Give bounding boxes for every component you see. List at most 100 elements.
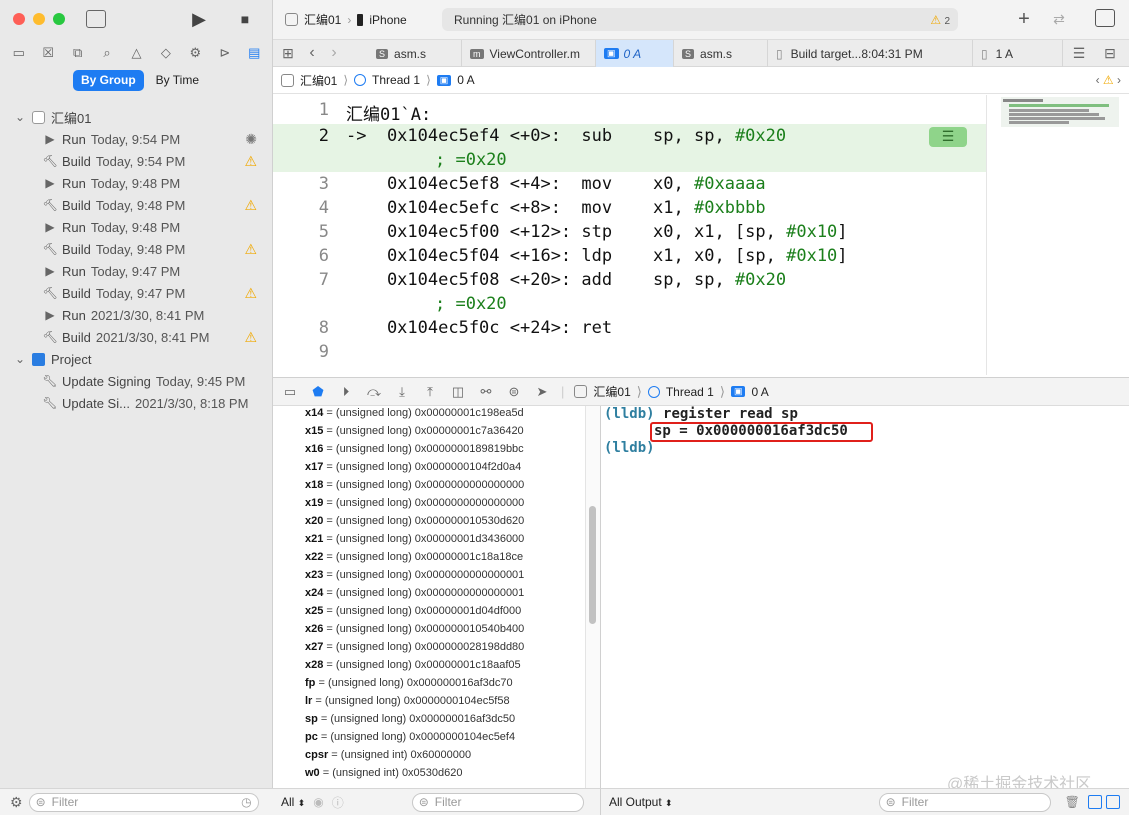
report-icon[interactable]: ▤ xyxy=(244,43,264,63)
variable-row[interactable]: x26 = (unsigned long) 0x000000010540b400 xyxy=(305,623,524,635)
run-icon[interactable]: ▶ xyxy=(188,8,210,30)
debug-breadcrumb-frame[interactable]: 0 A xyxy=(751,385,768,399)
instruction-pointer-handle[interactable]: ☰ xyxy=(929,127,967,147)
breakpoint-icon[interactable]: ⊳ xyxy=(215,43,235,63)
output-select[interactable]: All Output ⬍ xyxy=(609,795,673,809)
by-group-button[interactable]: By Group xyxy=(73,70,144,91)
toggle-inspector-icon[interactable] xyxy=(1095,9,1115,27)
toggle-navigator-icon[interactable] xyxy=(86,10,106,28)
scheme-selector[interactable]: 汇编01 › iPhone xyxy=(285,11,407,28)
environment-overrides-icon[interactable]: ⊜ xyxy=(505,383,523,401)
list-item[interactable]: 🔨︎ Build Today, 9:48 PM ⚠ xyxy=(0,238,273,260)
show-variables-icon[interactable] xyxy=(1087,795,1102,809)
navigator-filter-input[interactable]: ⊜ Filter ◷ xyxy=(28,792,259,812)
breakpoints-toggle-icon[interactable]: ⬟ xyxy=(309,383,327,401)
debug-icon[interactable]: ⚙ xyxy=(185,43,205,63)
variable-row[interactable]: x15 = (unsigned long) 0x00000001c7a36420 xyxy=(305,425,524,437)
by-time-button[interactable]: By Time xyxy=(148,70,207,91)
zoom-window-button[interactable] xyxy=(53,13,65,25)
debug-breadcrumb-project[interactable]: 汇编01 xyxy=(593,383,630,400)
memory-graph-icon[interactable]: ⚯ xyxy=(477,383,495,401)
list-item[interactable]: ▶ Run Today, 9:48 PM xyxy=(0,172,273,194)
variables-view[interactable]: x14 = (unsigned long) 0x00000001c198ea5d… xyxy=(273,406,585,788)
list-item[interactable]: ▶ Run Today, 9:48 PM xyxy=(0,216,273,238)
variable-row[interactable]: x19 = (unsigned long) 0x0000000000000000 xyxy=(305,497,524,509)
list-item[interactable]: 🔨︎ Build Today, 9:47 PM ⚠ xyxy=(0,282,273,304)
warning-icon[interactable]: ⚠ xyxy=(244,197,257,214)
eye-icon[interactable]: ◉ xyxy=(313,795,323,809)
list-item[interactable]: ▶ Run Today, 9:47 PM xyxy=(0,260,273,282)
list-item[interactable]: ▶ Run 2021/3/30, 8:41 PM xyxy=(0,304,273,326)
variable-row[interactable]: x28 = (unsigned long) 0x00000001c18aaf05 xyxy=(305,659,521,671)
search-icon[interactable]: ⌕ xyxy=(97,43,117,63)
minimap[interactable] xyxy=(986,95,1129,375)
settings-icon[interactable]: ⚙ xyxy=(10,794,23,811)
split-editor-icon[interactable]: ⊟ xyxy=(1101,44,1119,62)
test-icon[interactable]: ◇ xyxy=(156,43,176,63)
folder-icon[interactable]: ▭ xyxy=(9,43,29,63)
info-icon[interactable]: ⓘ xyxy=(332,794,344,811)
review-icon[interactable]: ⇄ xyxy=(1048,9,1070,29)
project-group[interactable]: ⌄ Project xyxy=(0,348,273,370)
variable-row[interactable]: x24 = (unsigned long) 0x0000000000000001 xyxy=(305,587,524,599)
back-icon[interactable]: ‹ xyxy=(305,44,319,62)
list-item[interactable]: 🔨︎ Build Today, 9:48 PM ⚠ xyxy=(0,194,273,216)
variable-row[interactable]: x14 = (unsigned long) 0x00000001c198ea5d xyxy=(305,407,524,419)
disassembly-editor[interactable]: ☰ 1 汇编01`A: 2 -> 0x104ec5ef4 <+0>: sub s… xyxy=(273,95,986,375)
report-root[interactable]: ⌄ 汇编01 xyxy=(0,106,273,128)
list-item[interactable]: 🔧︎ Update Signing Today, 9:45 PM xyxy=(0,370,273,392)
variable-row[interactable]: lr = (unsigned long) 0x0000000104ec5f58 xyxy=(305,695,510,707)
variable-row[interactable]: fp = (unsigned long) 0x000000016af3dc70 xyxy=(305,677,513,689)
trash-icon[interactable]: 🗑︎ xyxy=(1065,795,1080,809)
warning-icon[interactable]: ⚠ xyxy=(244,329,257,346)
add-icon[interactable]: + xyxy=(1014,8,1034,30)
warning-icon[interactable]: ⚠ xyxy=(244,241,257,258)
step-over-icon[interactable]: ⤼ xyxy=(365,383,383,401)
continue-icon[interactable]: ⏵ xyxy=(337,383,355,401)
clock-icon[interactable]: ◷ xyxy=(241,795,251,809)
stop-icon[interactable]: ■ xyxy=(236,10,254,28)
variables-scrollbar[interactable] xyxy=(585,406,600,788)
variable-row[interactable]: cpsr = (unsigned int) 0x60000000 xyxy=(305,749,471,761)
warning-icon[interactable]: ⚠ xyxy=(244,153,257,170)
close-window-button[interactable] xyxy=(13,13,25,25)
tab-build-log[interactable]: ▯ Build target...8:04:31 PM xyxy=(768,40,973,67)
variable-row[interactable]: x21 = (unsigned long) 0x00000001d3436000 xyxy=(305,533,524,545)
symbol-icon[interactable]: ⧉ xyxy=(68,43,88,63)
variables-filter-input[interactable]: ⊜ Filter xyxy=(411,792,584,812)
variable-row[interactable]: x25 = (unsigned long) 0x00000001d04df000 xyxy=(305,605,521,617)
issue-nav-icon[interactable]: ‹ ⚠ › xyxy=(1096,73,1121,87)
list-item[interactable]: ▶ Run Today, 9:54 PM ✺ xyxy=(0,128,273,150)
step-into-icon[interactable]: ⤓ xyxy=(393,383,411,401)
variable-row[interactable]: w0 = (unsigned int) 0x0530d620 xyxy=(305,767,463,779)
breadcrumb-frame[interactable]: 0 A xyxy=(457,73,474,87)
show-console-icon[interactable] xyxy=(1105,795,1120,809)
disclosure-icon[interactable]: ⌄ xyxy=(12,110,28,124)
tab-1a[interactable]: ▯ 1 A xyxy=(973,40,1063,67)
variable-row[interactable]: x20 = (unsigned long) 0x000000010530d620 xyxy=(305,515,524,527)
tab-asm-s-2[interactable]: Sasm.s xyxy=(674,40,768,67)
editor-options-icon[interactable]: ☰ xyxy=(1069,44,1089,62)
list-item[interactable]: 🔨︎ Build Today, 9:54 PM ⚠ xyxy=(0,150,273,172)
scope-select[interactable]: All ⬍ xyxy=(281,795,305,809)
tab-thread-frame[interactable]: ▣ 0 A xyxy=(596,40,674,67)
hide-debug-area-icon[interactable]: ▭ xyxy=(281,383,299,401)
scrollbar-thumb[interactable] xyxy=(589,506,596,624)
source-control-icon[interactable]: ☒ xyxy=(38,43,58,63)
simulate-location-icon[interactable]: ➤ xyxy=(533,383,551,401)
list-item[interactable]: 🔧︎ Update Si... 2021/3/30, 8:18 PM xyxy=(0,392,273,414)
console-filter-input[interactable]: ⊜ Filter xyxy=(878,792,1051,812)
tab-viewcontroller[interactable]: m ViewController.m xyxy=(462,40,596,67)
grid-icon[interactable]: ⊞ xyxy=(279,44,297,62)
console-view[interactable]: (lldb) register read sp sp = 0x000000016… xyxy=(600,406,1129,788)
variable-row[interactable]: x16 = (unsigned long) 0x0000000189819bbc xyxy=(305,443,524,455)
warning-icon[interactable]: ⚠ 2 xyxy=(930,13,950,27)
variable-row[interactable]: sp = (unsigned long) 0x000000016af3dc50 xyxy=(305,713,515,725)
debug-breadcrumb-thread[interactable]: Thread 1 xyxy=(666,385,714,399)
tab-asm-s[interactable]: Sasm.s xyxy=(368,40,462,67)
breadcrumb-thread[interactable]: Thread 1 xyxy=(372,73,420,87)
breadcrumb-project[interactable]: 汇编01 xyxy=(300,72,337,89)
list-item[interactable]: 🔨︎ Build 2021/3/30, 8:41 PM ⚠ xyxy=(0,326,273,348)
variable-row[interactable]: x18 = (unsigned long) 0x0000000000000000 xyxy=(305,479,524,491)
minimize-window-button[interactable] xyxy=(33,13,45,25)
